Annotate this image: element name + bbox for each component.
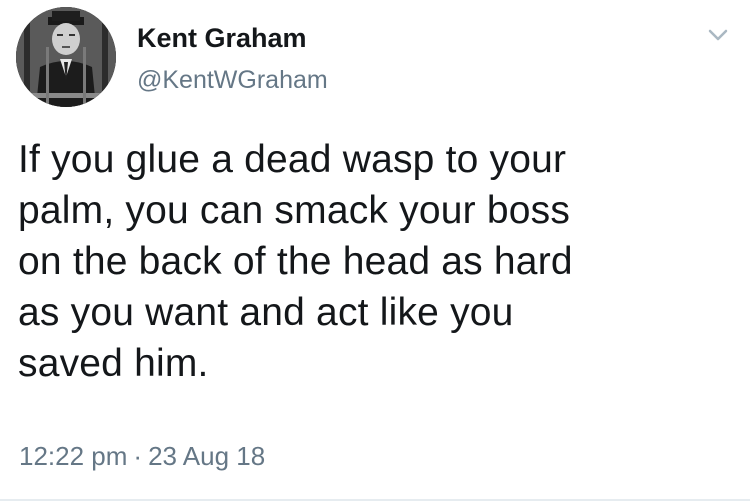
tweet-date: 23 Aug 18 <box>148 441 266 471</box>
tweet-text-line: on the back of the head as hard <box>18 240 573 283</box>
meta-separator: · <box>133 441 143 471</box>
avatar-photo-icon <box>16 7 116 107</box>
author-handle[interactable]: @KentWGraham <box>137 64 328 96</box>
tweet-card: Kent Graham @KentWGraham If you glue a d… <box>0 0 750 501</box>
tweet-text: If you glue a dead wasp to your palm, yo… <box>18 134 728 389</box>
author-block: Kent Graham @KentWGraham <box>137 22 328 96</box>
chevron-down-icon[interactable] <box>708 27 728 43</box>
tweet-time: 12:22 pm <box>19 441 128 471</box>
tweet-text-line: saved him. <box>18 342 209 385</box>
author-display-name[interactable]: Kent Graham <box>137 22 328 54</box>
tweet-text-line: palm, you can smack your boss <box>18 189 571 232</box>
tweet-timestamp[interactable]: 12:22 pm · 23 Aug 18 <box>19 440 265 472</box>
tweet-text-line: If you glue a dead wasp to your <box>18 138 567 181</box>
tweet-text-line: as you want and act like you <box>18 291 514 334</box>
avatar[interactable] <box>16 7 116 107</box>
